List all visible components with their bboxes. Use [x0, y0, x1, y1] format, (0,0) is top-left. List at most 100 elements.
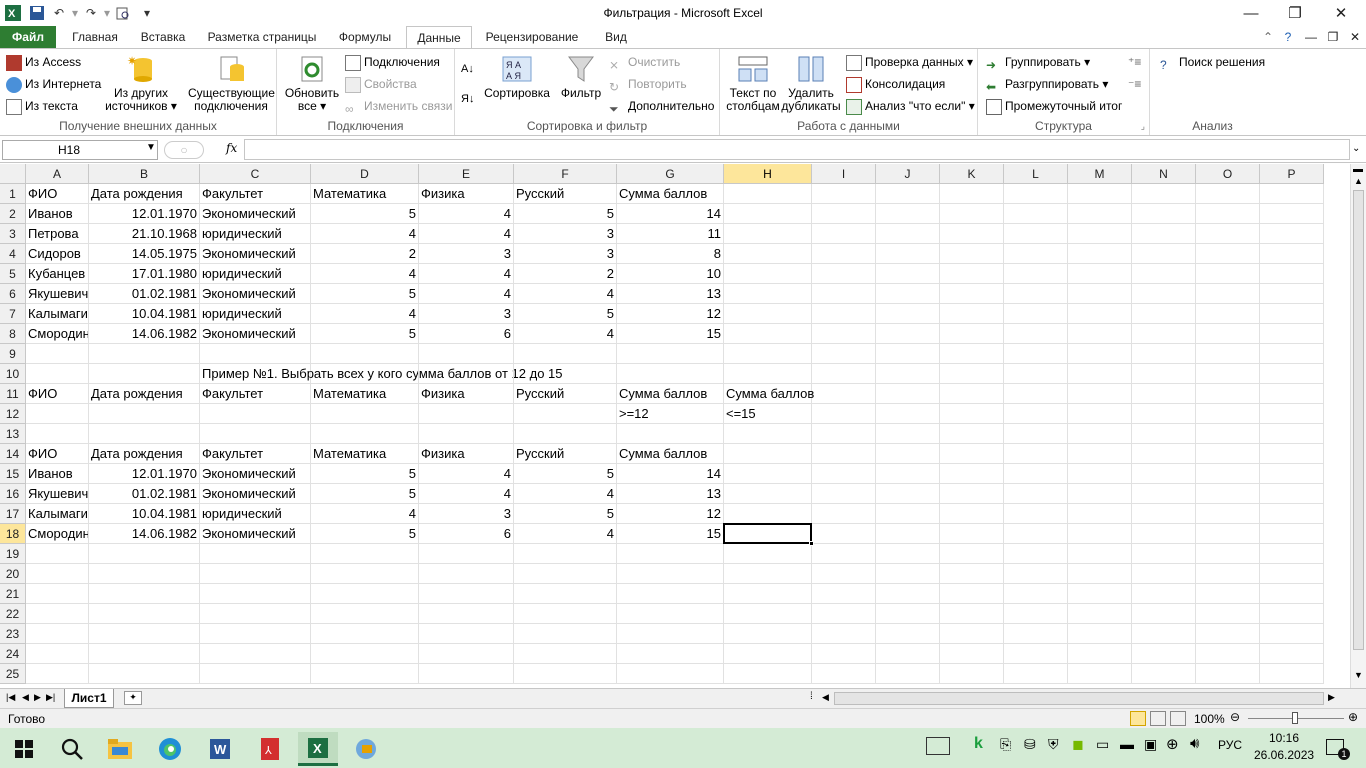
cell[interactable] [89, 424, 200, 444]
cell[interactable] [617, 584, 724, 604]
tab-review[interactable]: Рецензирование [480, 26, 584, 48]
cell[interactable]: юридический [200, 304, 311, 324]
cell[interactable]: 4 [311, 304, 419, 324]
cell[interactable] [940, 584, 1004, 604]
cell[interactable] [1004, 524, 1068, 544]
advanced-filter-button[interactable]: ⏷ Дополнительно [609, 96, 714, 116]
cell[interactable] [1132, 264, 1196, 284]
cell[interactable] [940, 244, 1004, 264]
ungroup-button[interactable]: ⬅ Разгруппировать ▾ [986, 74, 1108, 94]
column-header-k[interactable]: K [940, 164, 1004, 184]
minimize-button[interactable]: — [1228, 0, 1274, 26]
row-header-9[interactable]: 9 [0, 344, 26, 364]
cell[interactable] [1068, 664, 1132, 684]
scroll-left-icon[interactable]: ◀ [822, 692, 829, 703]
cell[interactable] [1004, 344, 1068, 364]
cell[interactable] [1132, 484, 1196, 504]
cell[interactable] [419, 644, 514, 664]
cell[interactable] [1260, 364, 1324, 384]
cell[interactable]: <=15 [724, 404, 812, 424]
cell[interactable] [724, 584, 812, 604]
cell[interactable] [1260, 344, 1324, 364]
cell[interactable] [1196, 604, 1260, 624]
cell[interactable]: 4 [419, 204, 514, 224]
row-header-13[interactable]: 13 [0, 424, 26, 444]
cell[interactable]: юридический [200, 264, 311, 284]
cell[interactable] [940, 464, 1004, 484]
cell[interactable] [1196, 564, 1260, 584]
row-header-10[interactable]: 10 [0, 364, 26, 384]
cell[interactable] [311, 544, 419, 564]
cell[interactable]: 6 [419, 324, 514, 344]
row-header-21[interactable]: 21 [0, 584, 26, 604]
cell[interactable] [419, 624, 514, 644]
cell[interactable] [724, 324, 812, 344]
cell[interactable] [876, 524, 940, 544]
cell[interactable] [26, 424, 89, 444]
cell[interactable] [1132, 664, 1196, 684]
cell[interactable] [617, 644, 724, 664]
cell[interactable] [812, 304, 876, 324]
cell[interactable] [876, 604, 940, 624]
cell[interactable] [514, 344, 617, 364]
cell[interactable] [876, 304, 940, 324]
cell[interactable] [1196, 324, 1260, 344]
cell[interactable] [1132, 624, 1196, 644]
cell[interactable] [1004, 544, 1068, 564]
cell[interactable] [940, 304, 1004, 324]
cell[interactable] [617, 564, 724, 584]
cell[interactable]: 3 [514, 224, 617, 244]
cell[interactable]: Экономический [200, 464, 311, 484]
cell[interactable] [1260, 304, 1324, 324]
cell[interactable] [1004, 424, 1068, 444]
cell[interactable] [1260, 284, 1324, 304]
cell[interactable] [26, 344, 89, 364]
cell[interactable] [1132, 364, 1196, 384]
sheet-tab-list1[interactable]: Лист1 [64, 689, 114, 708]
scroll-up-icon[interactable]: ▲ [1354, 176, 1363, 186]
cell[interactable] [1132, 284, 1196, 304]
cell[interactable]: 13 [617, 484, 724, 504]
cell[interactable] [724, 604, 812, 624]
prev-sheet-icon[interactable]: ◀ [22, 692, 29, 703]
cell[interactable] [89, 664, 200, 684]
cell[interactable] [1068, 224, 1132, 244]
cell[interactable] [940, 184, 1004, 204]
cell[interactable] [1132, 444, 1196, 464]
cell[interactable] [876, 204, 940, 224]
battery-tray-icon[interactable]: ▬ [1120, 736, 1134, 752]
cell[interactable]: 8 [617, 244, 724, 264]
cell[interactable] [876, 584, 940, 604]
cell[interactable]: 5 [311, 464, 419, 484]
cell[interactable]: 4 [419, 464, 514, 484]
tab-page-layout[interactable]: Разметка страницы [202, 26, 322, 48]
cell[interactable]: Якушевич [26, 284, 89, 304]
pdf-reader-icon[interactable]: ⅄ [250, 732, 290, 766]
cell[interactable] [1196, 484, 1260, 504]
clock-date[interactable]: 26.06.2023 [1254, 748, 1314, 762]
cell[interactable]: 4 [419, 484, 514, 504]
existing-connections-button[interactable]: Существующие подключения [188, 53, 275, 113]
cell[interactable] [940, 344, 1004, 364]
cell[interactable] [940, 604, 1004, 624]
cell[interactable] [1196, 384, 1260, 404]
cell[interactable] [514, 404, 617, 424]
cell[interactable]: 5 [311, 324, 419, 344]
cell[interactable]: 5 [514, 304, 617, 324]
cell[interactable]: Смородин [26, 524, 89, 544]
cell[interactable] [419, 604, 514, 624]
horizontal-scroll-thumb[interactable] [834, 692, 1324, 705]
zoom-level[interactable]: 100% [1194, 712, 1225, 726]
cell[interactable] [200, 624, 311, 644]
cell[interactable] [876, 224, 940, 244]
cell[interactable] [419, 424, 514, 444]
row-header-2[interactable]: 2 [0, 204, 26, 224]
cell[interactable] [940, 424, 1004, 444]
cell[interactable] [89, 644, 200, 664]
help-icon[interactable]: ? [1278, 26, 1298, 48]
row-header-8[interactable]: 8 [0, 324, 26, 344]
cell[interactable] [1004, 224, 1068, 244]
column-header-p[interactable]: P [1260, 164, 1324, 184]
cell[interactable] [1068, 264, 1132, 284]
cell[interactable] [1068, 504, 1132, 524]
